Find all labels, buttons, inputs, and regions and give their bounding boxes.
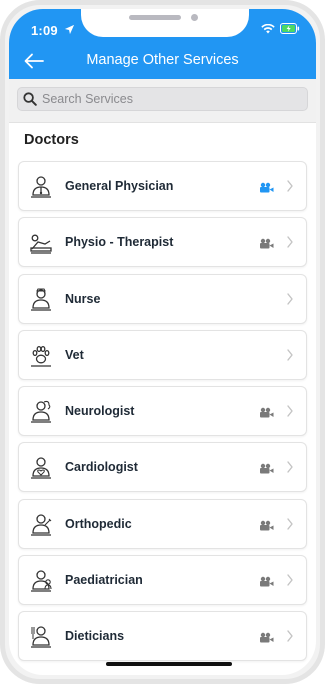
- video-camera-icon[interactable]: [259, 518, 274, 531]
- paediatrician-icon: [31, 570, 52, 592]
- section-heading: Doctors: [24, 132, 79, 148]
- device-notch: [81, 9, 249, 37]
- search-field[interactable]: [17, 87, 308, 111]
- orthopedic-icon: [31, 514, 52, 536]
- chevron-right-icon: [287, 461, 293, 474]
- video-camera-icon[interactable]: [259, 461, 274, 474]
- search-bar: [9, 79, 316, 123]
- service-item[interactable]: Dieticians: [18, 611, 307, 662]
- general-physician-icon: [31, 176, 51, 198]
- chevron-right-icon: [287, 405, 293, 417]
- service-item[interactable]: Paediatrician: [18, 555, 307, 606]
- battery-charging-icon: [280, 23, 300, 34]
- status-time: 1:09: [31, 23, 58, 38]
- chevron-right-icon: [287, 518, 293, 530]
- video-camera-icon[interactable]: [259, 180, 274, 193]
- cardiologist-icon: [31, 457, 51, 480]
- video-camera-icon[interactable]: [259, 236, 274, 249]
- service-item[interactable]: Nurse: [18, 273, 307, 324]
- service-label: Dieticians: [65, 629, 125, 644]
- status-icons: [261, 23, 300, 34]
- front-camera: [191, 14, 198, 21]
- physiotherapist-icon: [30, 234, 52, 254]
- search-input[interactable]: [42, 90, 299, 108]
- service-list: General Physician Physio - Therapist Nurse…: [18, 161, 307, 668]
- chevron-right-icon: [287, 349, 293, 361]
- chevron-right-icon: [287, 180, 293, 192]
- chevron-right-icon: [287, 236, 293, 248]
- page-title: Manage Other Services: [86, 52, 239, 68]
- app-screen: 1:09 Manage Other Services Search Servic…: [9, 9, 316, 675]
- dietician-icon: [31, 626, 51, 649]
- service-item[interactable]: Neurologist: [18, 386, 307, 437]
- service-item[interactable]: Cardiologist: [18, 442, 307, 493]
- video-camera-icon[interactable]: [259, 630, 274, 643]
- phone-frame: 1:09 Manage Other Services Search Servic…: [0, 0, 325, 684]
- service-item[interactable]: Physio - Therapist: [18, 217, 307, 268]
- service-label: Paediatrician: [65, 573, 143, 588]
- wifi-icon: [261, 23, 275, 33]
- neurologist-icon: [31, 401, 51, 423]
- speaker-grille: [129, 15, 181, 20]
- chevron-right-icon: [287, 630, 293, 643]
- service-item[interactable]: General Physician: [18, 161, 307, 211]
- service-item[interactable]: Orthopedic: [18, 498, 307, 549]
- service-label: Neurologist: [65, 404, 135, 419]
- chevron-right-icon: [287, 292, 293, 305]
- nurse-icon: [31, 288, 51, 311]
- service-label: Vet: [65, 347, 84, 362]
- service-item[interactable]: Vet: [18, 329, 307, 380]
- app-header: 1:09 Manage Other Services: [9, 9, 316, 79]
- service-label: Physio - Therapist: [65, 235, 174, 250]
- service-label: Orthopedic: [65, 516, 132, 531]
- service-label: Cardiologist: [65, 460, 138, 475]
- service-label: General Physician: [65, 179, 174, 193]
- service-label: Nurse: [65, 291, 101, 306]
- location-arrow-icon: [64, 24, 75, 35]
- search-icon: [23, 92, 37, 106]
- home-indicator[interactable]: [106, 662, 232, 666]
- video-camera-icon[interactable]: [259, 405, 274, 418]
- video-camera-icon[interactable]: [259, 574, 274, 587]
- chevron-right-icon: [287, 574, 293, 586]
- paw-icon: [31, 345, 51, 367]
